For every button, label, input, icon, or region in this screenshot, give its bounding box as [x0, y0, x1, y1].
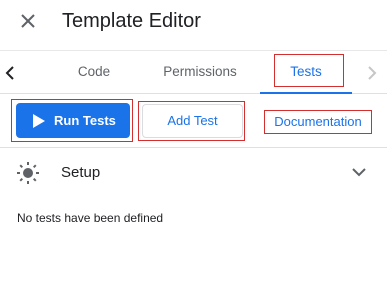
- play-icon: [33, 114, 45, 128]
- divider: [0, 147, 387, 148]
- tab-bar: Code Permissions Tests: [0, 50, 387, 94]
- tab-permissions[interactable]: Permissions: [150, 51, 250, 93]
- run-tests-button[interactable]: Run Tests: [16, 103, 130, 138]
- close-icon[interactable]: [18, 11, 38, 31]
- add-test-button[interactable]: Add Test: [142, 104, 243, 138]
- setup-section-header[interactable]: Setup: [0, 150, 387, 195]
- tab-tests[interactable]: Tests: [260, 51, 352, 93]
- tab-code[interactable]: Code: [62, 51, 126, 93]
- setup-label: Setup: [61, 164, 101, 181]
- active-tab-indicator: [260, 92, 352, 94]
- header-bar: Template Editor: [0, 0, 387, 46]
- documentation-link[interactable]: Documentation: [264, 110, 372, 134]
- chevron-left-icon[interactable]: [3, 63, 19, 83]
- sun-icon: [17, 162, 39, 184]
- chevron-down-icon[interactable]: [352, 167, 366, 177]
- run-tests-label: Run Tests: [54, 113, 116, 128]
- page-title: Template Editor: [62, 10, 201, 32]
- empty-tests-message: No tests have been defined: [17, 211, 164, 225]
- chevron-right-icon[interactable]: [363, 63, 379, 83]
